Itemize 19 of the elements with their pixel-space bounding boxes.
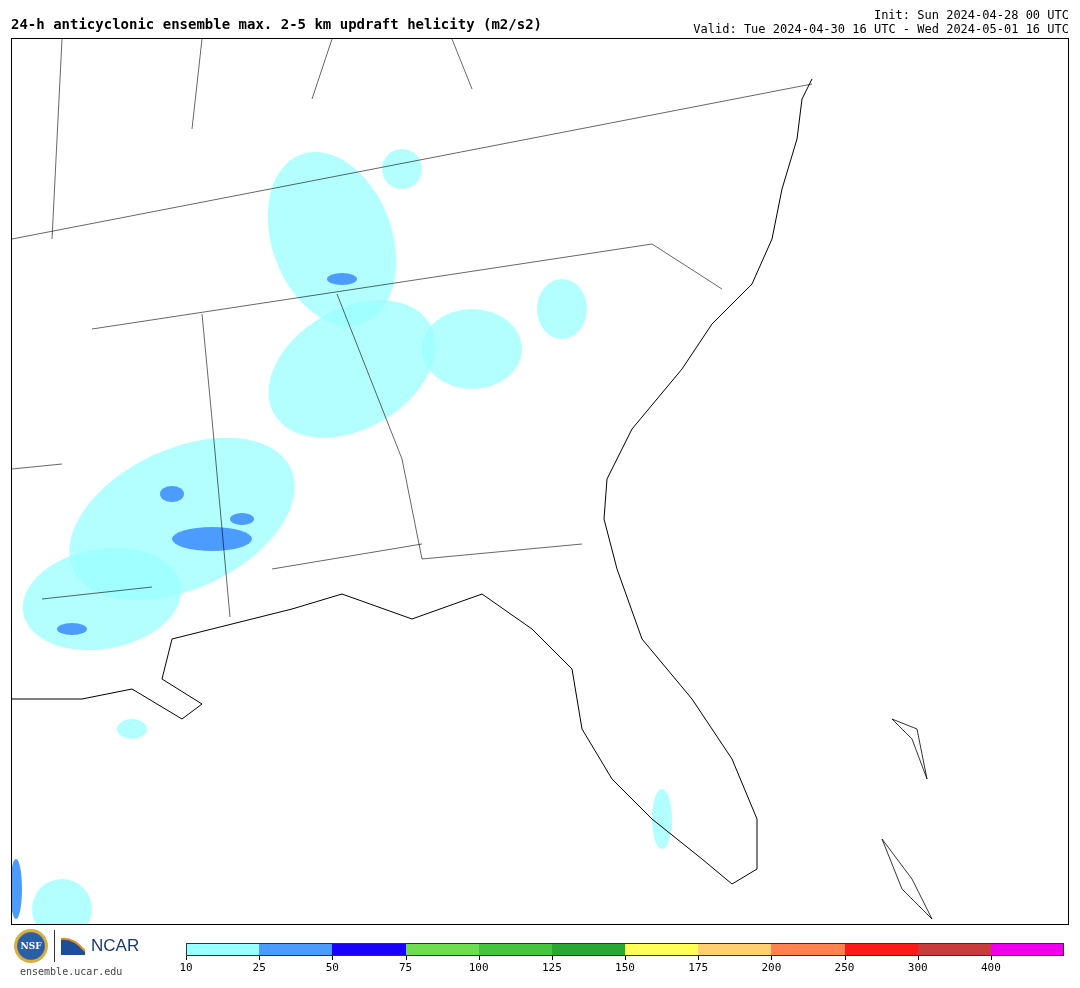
tick-label: 400: [980, 961, 1001, 974]
tick-label: 200: [761, 961, 782, 974]
ncar-logo: NCAR: [91, 936, 140, 956]
tick-label: 150: [615, 961, 635, 974]
tick-label: 125: [541, 961, 562, 974]
chart-title: 24-h anticyclonic ensemble max. 2-5 km updraft helicity (m2/s2): [11, 16, 542, 34]
tick-label: 300: [907, 961, 928, 974]
website-url: ensemble.ucar.edu: [20, 966, 123, 977]
tick-label: 25: [252, 961, 266, 974]
tick-label: 175: [688, 961, 709, 974]
tick-label: 100: [468, 961, 489, 974]
wave-icon: [61, 937, 85, 955]
init-time: Init: Sun 2024-04-28 00 UTC: [873, 8, 1069, 22]
tick-label: 75: [398, 961, 413, 974]
tick-label: 10: [179, 961, 193, 974]
seal-logo: NSF: [14, 929, 48, 963]
valid-time: Valid: Tue 2024-04-30 16 UTC - Wed 2024-05-01 16 UTC: [693, 22, 1069, 36]
tick-label: 250: [834, 961, 855, 974]
tick-label: 50: [325, 961, 339, 974]
